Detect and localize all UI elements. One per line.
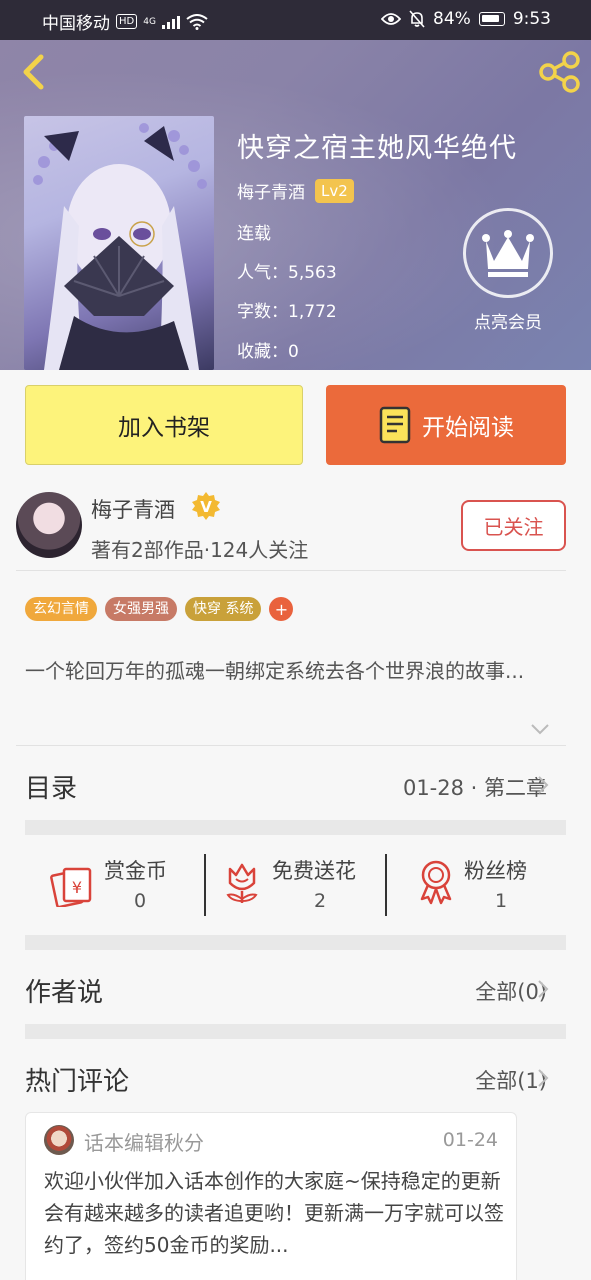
chevron-right-icon[interactable]: [537, 979, 549, 999]
red-envelope-icon: ¥: [50, 867, 92, 907]
start-reading-label: 开始阅读: [422, 415, 514, 441]
book-title: 快穿之宿主她风华绝代: [237, 133, 517, 164]
section-separator: [25, 1024, 566, 1039]
level-badge: Lv2: [315, 178, 354, 203]
network-type: 4G: [143, 16, 156, 27]
divider: [16, 570, 566, 571]
section-separator: [25, 820, 566, 835]
popularity-count: 人气：5,563: [237, 263, 337, 283]
flower-icon: [226, 863, 258, 903]
book-cover-image[interactable]: [24, 116, 214, 370]
author-row[interactable]: 梅子青酒 Lv2: [237, 178, 354, 203]
book-header: 快穿之宿主她风华绝代 梅子青酒 Lv2 连载 人气：5,563 字数：1,772…: [0, 40, 591, 370]
fan-ranking-button[interactable]: 粉丝榜 1: [416, 855, 546, 915]
author-summary: 著有2部作品·124人关注: [91, 538, 309, 562]
status-bar: 中国移动 HD 4G 84% 9:53: [0, 0, 591, 40]
vip-label[interactable]: 点亮会员: [462, 308, 554, 333]
catalog-latest-chapter[interactable]: 01-28 · 第二章: [403, 772, 547, 802]
stat-separator: [204, 854, 206, 916]
mute-bell-icon: [409, 10, 425, 28]
follow-button[interactable]: 已关注: [461, 500, 566, 551]
fan-ranking-count: 1: [495, 890, 508, 912]
author-card-name[interactable]: 梅子青酒: [91, 494, 175, 524]
section-separator: [25, 935, 566, 950]
comment-text: 欢迎小伙伴加入话本创作的大家庭~保持稳定的更新会有越来越多的读者追更哟！更新满一…: [44, 1169, 504, 1257]
reward-coins-count: 0: [134, 890, 147, 912]
favorites-count: 收藏：0: [237, 342, 299, 362]
medal-icon: [420, 860, 452, 905]
comment-date: 01-24: [442, 1129, 498, 1151]
book-description: 一个轮回万年的孤魂一朝绑定系统去各个世界浪的故事...: [25, 659, 525, 683]
chevron-right-icon[interactable]: [537, 775, 549, 795]
stat-separator: [385, 854, 387, 916]
divider: [16, 745, 566, 746]
wifi-icon: [186, 13, 208, 30]
start-reading-button[interactable]: 开始阅读: [326, 385, 566, 465]
hd-icon: HD: [116, 14, 138, 29]
add-to-shelf-label: 加入书架: [118, 415, 210, 441]
svg-text:¥: ¥: [72, 878, 82, 897]
signal-icon: [161, 15, 180, 29]
author-name[interactable]: 梅子青酒: [237, 178, 305, 203]
carrier-label: 中国移动: [42, 14, 110, 34]
tag-chip[interactable]: 女强男强: [105, 597, 177, 621]
author-says-title[interactable]: 作者说: [25, 972, 103, 1009]
hot-comments-title[interactable]: 热门评论: [25, 1061, 129, 1098]
tag-list: 玄幻言情 女强男强 快穿 系统 +: [25, 597, 294, 621]
reward-coins-label: 赏金币: [104, 859, 167, 883]
expand-chevron-icon[interactable]: [530, 722, 550, 736]
follow-label: 已关注: [483, 515, 544, 539]
battery-percent: 84%: [433, 9, 471, 29]
comment-card[interactable]: 话本编辑秋分 01-24 欢迎小伙伴加入话本创作的大家庭~保持稳定的更新会有越来…: [25, 1112, 517, 1280]
tag-chip[interactable]: 玄幻言情: [25, 597, 97, 621]
vip-crown-button[interactable]: [463, 208, 553, 298]
author-avatar[interactable]: [16, 492, 82, 558]
reward-coins-button[interactable]: ¥ 赏金币 0: [50, 855, 190, 915]
send-flower-count: 2: [314, 890, 327, 912]
add-to-shelf-button[interactable]: 加入书架: [25, 385, 303, 465]
book-icon: [379, 406, 411, 444]
crown-icon: [482, 230, 534, 277]
word-count: 字数：1,772: [237, 302, 337, 322]
chevron-right-icon[interactable]: [537, 1068, 549, 1088]
send-flower-button[interactable]: 免费送花 2: [222, 855, 382, 915]
tag-chip[interactable]: 快穿 系统: [185, 597, 262, 621]
add-tag-icon[interactable]: +: [269, 597, 294, 621]
share-icon[interactable]: [536, 50, 582, 94]
verified-badge-letter: V: [200, 498, 212, 516]
verified-badge-icon: V: [192, 492, 220, 520]
fan-ranking-label: 粉丝榜: [464, 859, 527, 883]
eye-icon: [381, 13, 402, 25]
back-arrow-icon[interactable]: [16, 52, 50, 92]
commenter-name[interactable]: 话本编辑秋分: [84, 1127, 204, 1156]
serial-status: 连载: [237, 224, 271, 244]
clock: 9:53: [512, 9, 551, 29]
battery-icon: [478, 12, 505, 26]
catalog-title[interactable]: 目录: [25, 768, 77, 805]
send-flower-label: 免费送花: [272, 859, 356, 883]
commenter-avatar[interactable]: [44, 1125, 74, 1155]
